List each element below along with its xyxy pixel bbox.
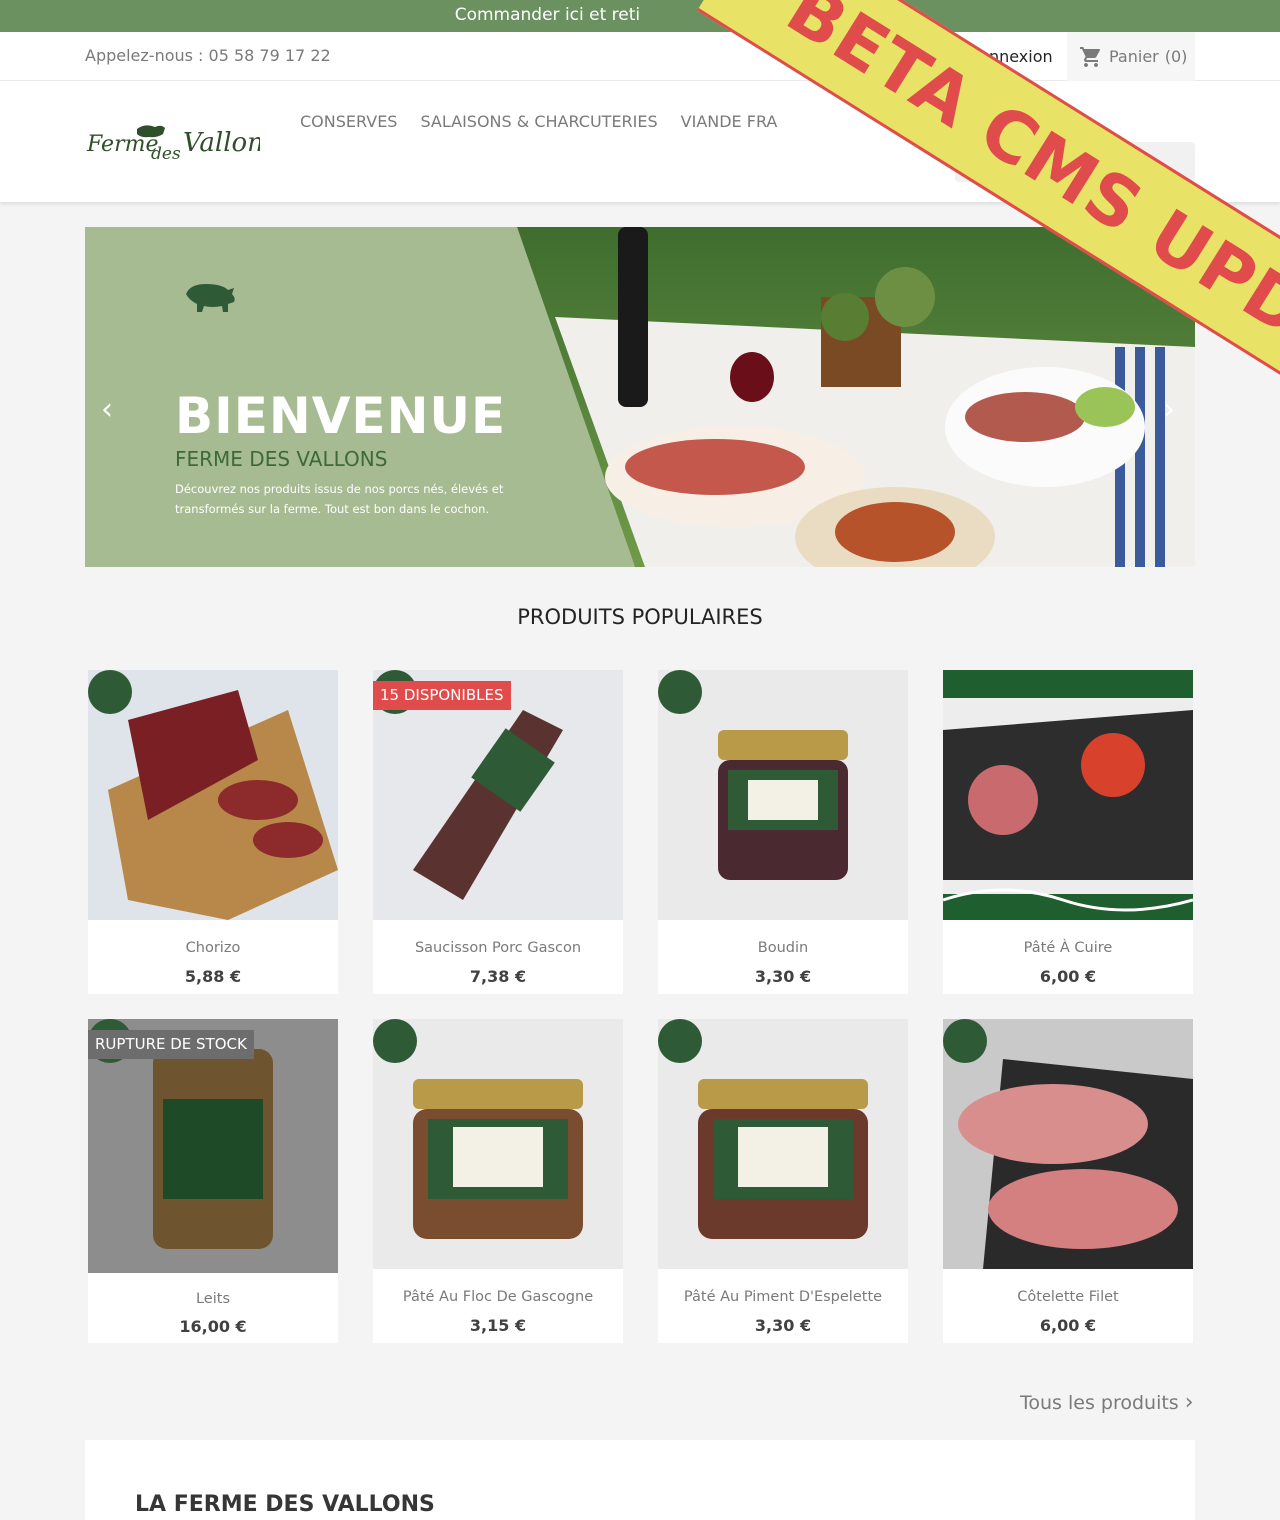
slide-text: Découvrez nos produits issus de nos porc… [175,482,504,516]
product-card[interactable]: Pâté À Cuire 6,00 € [943,670,1193,994]
slider-prev-icon[interactable]: ‹ [101,395,113,425]
stock-badge: Rupture de stock [88,1030,254,1059]
product-image[interactable] [943,670,1193,920]
product-image[interactable] [373,1019,623,1269]
product-image[interactable] [88,670,338,920]
product-price: 3,30 € [754,967,812,986]
product-card[interactable]: Pâté Au Piment D'Espelette 3,30 € [658,1019,908,1343]
product-price: 6,00 € [1039,967,1097,986]
announcement-link[interactable]: * [811,5,820,25]
product-card[interactable]: 15 disponibles Saucisson Porc Gascon 7,3… [373,670,623,994]
menu-item-salaisons[interactable]: Salaisons & Charcuteries [420,112,657,131]
pig-icon [186,284,235,312]
product-name[interactable]: Boudin [658,940,908,956]
main-header: Ferme des Vallons Conserves Salaisons & … [0,81,1280,202]
product-name[interactable]: Côtelette Filet [943,1289,1193,1305]
login-label: Connexion [968,46,1053,66]
slide-title: BIENVENUE [175,387,507,445]
slide-caption: BIENVENUE FERME DES VALLONS Découvrez no… [175,387,506,519]
about-title: LA FERME DES VALLONS [135,1492,435,1517]
product-price: 3,30 € [754,1316,812,1335]
cart-count: (0) [1164,47,1188,66]
product-name[interactable]: Pâté À Cuire [943,940,1193,956]
menu-item-viande[interactable]: Viande fra [681,112,778,131]
announcement-bar: Commander ici et reti hé*. [0,0,1280,32]
site-logo[interactable]: Ferme des Vallons [85,119,277,165]
logo-image: Ferme des Vallons [86,125,277,164]
product-card[interactable]: Côtelette Filet 6,00 € [943,1019,1193,1343]
product-price: 5,88 € [184,967,242,986]
top-nav: Appelez-nous : 05 58 79 17 22 Connexion … [0,32,1280,81]
login-link[interactable]: Connexion [942,46,1053,66]
user-icon [944,48,960,64]
chevron-right-icon: › [1184,1390,1194,1415]
menu-item-conserves[interactable]: Conserves [300,112,397,131]
slider-next-icon[interactable]: › [1163,395,1175,425]
product-name[interactable]: Saucisson Porc Gascon [373,940,623,956]
product-name[interactable]: Pâté Au Floc De Gascogne [373,1289,623,1305]
stock-badge: 15 disponibles [373,681,511,710]
product-name[interactable]: Leits [88,1291,338,1307]
product-price: 16,00 € [179,1317,247,1336]
product-card[interactable]: Rupture de stock Leits 16,00 € [88,1019,338,1343]
product-name[interactable]: Chorizo [88,940,338,956]
cart-label: Panier [1109,47,1159,66]
product-card[interactable]: Pâté Au Floc De Gascogne 3,15 € [373,1019,623,1343]
cart-button[interactable]: Panier (0) [1067,32,1195,81]
product-price: 6,00 € [1039,1316,1097,1335]
announcement-text: Commander ici et reti [454,5,641,25]
svg-text:des: des [151,144,181,164]
search-input[interactable] [955,142,1195,182]
product-image[interactable] [943,1019,1193,1269]
section-title: Produits populaires [517,605,763,629]
product-price: 3,15 € [469,1316,527,1335]
product-image[interactable] [658,1019,908,1269]
cart-icon [1080,46,1100,67]
all-products-label: Tous les produits [1020,1391,1179,1414]
about-section: LA FERME DES VALLONS [85,1440,1195,1520]
svg-text:Vallons: Vallons [183,128,260,158]
contact-phone: Appelez-nous : 05 58 79 17 22 [85,46,331,65]
product-card[interactable]: Boudin 3,30 € [658,670,908,994]
svg-text:Ferme: Ferme [86,132,158,157]
announcement-period: . [819,5,826,25]
slide-subtitle: FERME DES VALLONS [175,447,388,471]
product-name[interactable]: Pâté Au Piment D'Espelette [658,1289,908,1305]
hero-slider: BIENVENUE FERME DES VALLONS Découvrez no… [85,227,1195,567]
product-image[interactable] [658,670,908,920]
main-menu: Conserves Salaisons & Charcuteries Viand… [300,112,777,131]
all-products-link[interactable]: Tous les produits › [1020,1390,1194,1415]
product-card[interactable]: Chorizo 5,88 € [88,670,338,994]
product-price: 7,38 € [469,967,527,986]
announcement-text-end: hé [790,5,812,25]
